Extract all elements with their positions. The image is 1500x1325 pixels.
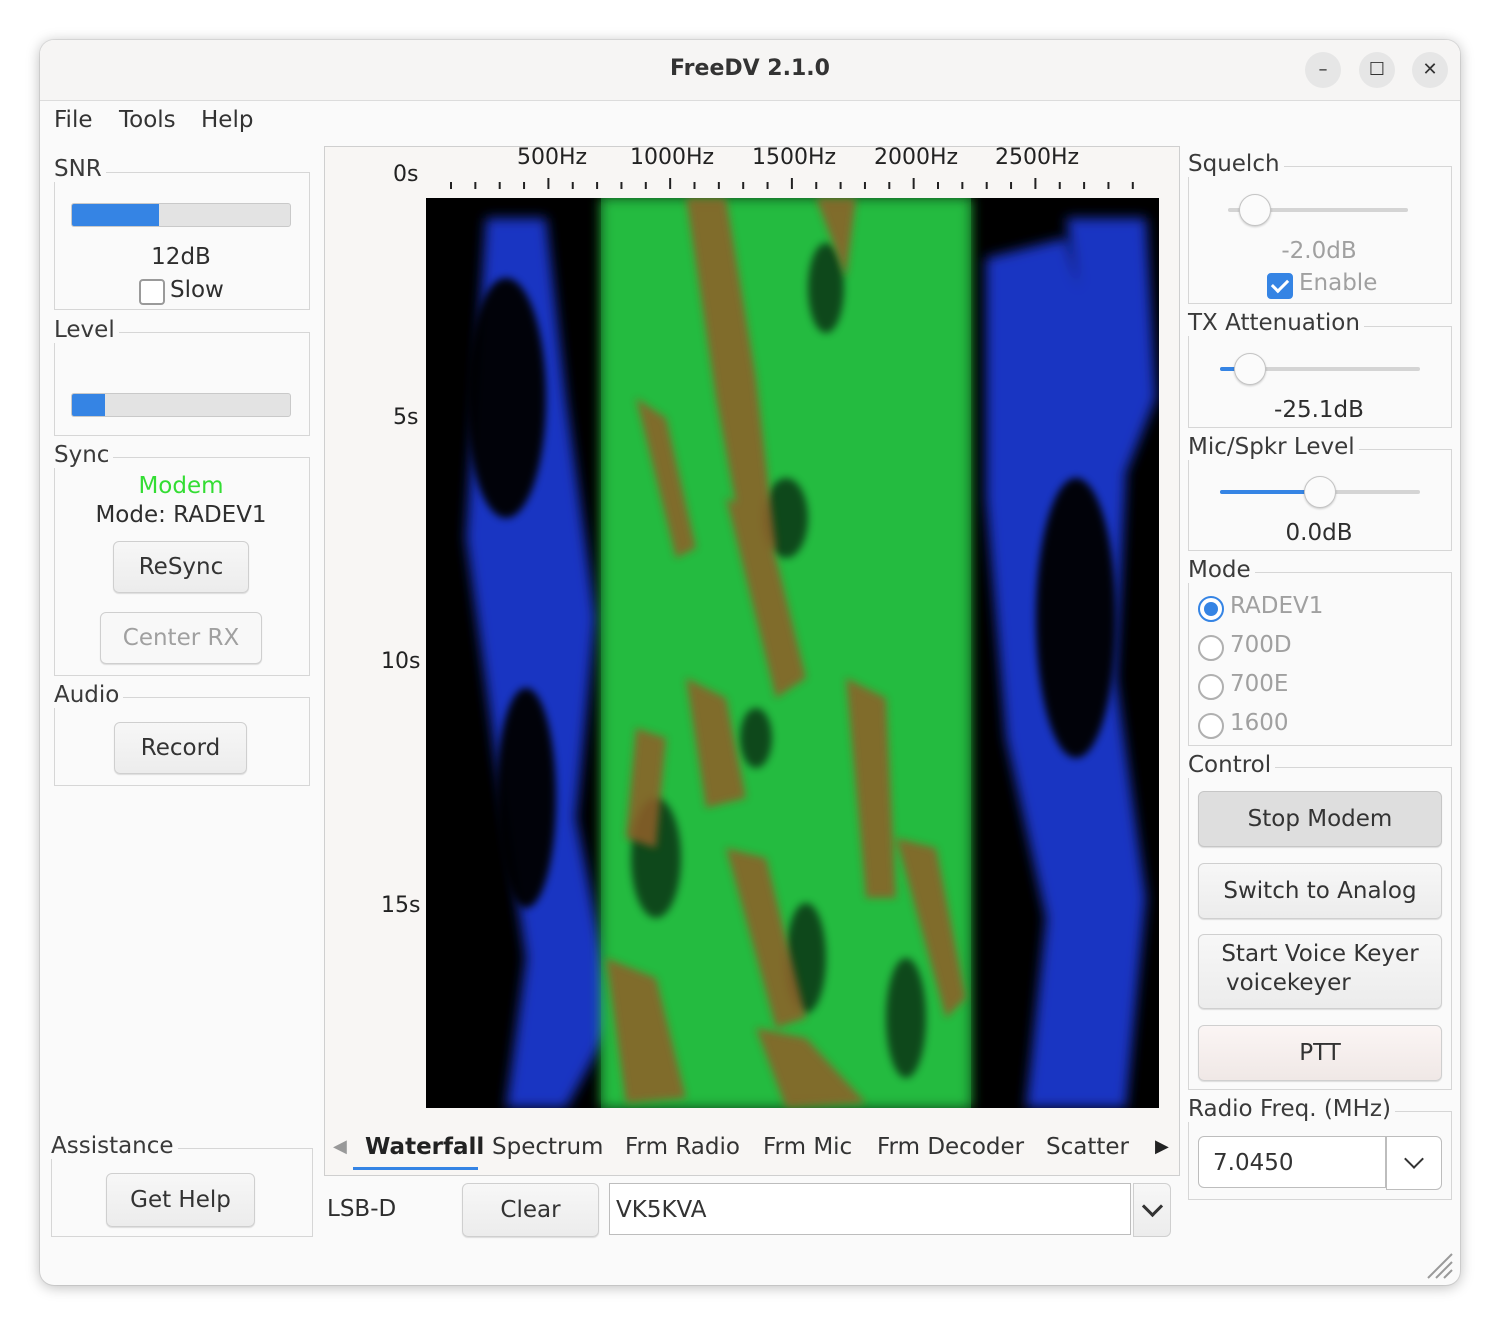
mode-radio-700e[interactable] [1198, 674, 1224, 700]
slow-checkbox[interactable] [139, 279, 165, 305]
close-button[interactable]: ✕ [1412, 52, 1448, 88]
tx-attenuation-slider-knob[interactable] [1234, 353, 1266, 385]
maximize-icon: ☐ [1368, 59, 1386, 80]
mode-radio-radev1[interactable] [1198, 596, 1224, 622]
mic-level-label: Mic/Spkr Level [1188, 434, 1359, 460]
active-tab-indicator [353, 1167, 478, 1170]
assistance-label: Assistance [51, 1133, 178, 1159]
control-label: Control [1188, 752, 1276, 778]
level-meter [71, 393, 291, 417]
clear-button[interactable]: Clear [462, 1183, 599, 1237]
mode-option-label: 1600 [1230, 710, 1289, 736]
ptt-button[interactable]: PTT [1198, 1025, 1442, 1081]
mode-indicator: LSB-D [327, 1196, 397, 1222]
mode-radio-700d[interactable] [1198, 635, 1224, 661]
snr-value: 12dB [151, 244, 211, 270]
voice-keyer-button[interactable]: Start Voice Keyer voicekeyer [1198, 934, 1442, 1009]
waterfall-image [426, 198, 1159, 1108]
minimize-icon: – [1318, 59, 1328, 80]
plot-panel: 500Hz 1000Hz 1500Hz 2000Hz 2500Hz 0s 5s … [324, 145, 1180, 1176]
mode-option-label: 700D [1230, 632, 1292, 658]
level-meter-fill [72, 394, 105, 416]
snr-meter-fill [72, 204, 160, 226]
menu-tools[interactable]: Tools [119, 107, 176, 133]
callsign-input[interactable]: VK5KVA [609, 1183, 1131, 1235]
snr-meter [71, 203, 291, 227]
tab-spectrum[interactable]: Spectrum [492, 1134, 603, 1160]
mode-radio-1600[interactable] [1198, 713, 1224, 739]
radio-freq-dropdown-button[interactable] [1386, 1136, 1442, 1190]
get-help-button[interactable]: Get Help [106, 1173, 255, 1227]
time-tick-label: 15s [381, 893, 421, 918]
time-tick-label: 10s [381, 649, 421, 674]
radio-freq-label: Radio Freq. (MHz) [1188, 1096, 1395, 1122]
mode-label: Mode [1188, 557, 1255, 583]
mode-option-label: 700E [1230, 671, 1289, 697]
mic-level-slider-knob[interactable] [1304, 476, 1336, 508]
waterfall-display[interactable] [426, 198, 1159, 1108]
mode-option-label: RADEV1 [1230, 593, 1324, 619]
tx-attenuation-label: TX Attenuation [1188, 310, 1364, 336]
mic-level-value: 0.0dB [1285, 520, 1353, 546]
minimize-button[interactable]: – [1305, 52, 1341, 88]
freq-axis-ticks [450, 178, 1134, 189]
chevron-down-icon [1404, 1149, 1424, 1169]
menu-bar: File Tools Help [40, 101, 1460, 143]
chevron-down-icon [1141, 1195, 1164, 1218]
tab-scroll-right-icon[interactable]: ▶ [1155, 1136, 1169, 1157]
menu-file[interactable]: File [54, 107, 93, 133]
resize-grip-icon[interactable] [1424, 1250, 1454, 1280]
level-group [54, 332, 310, 436]
sync-status: Modem [138, 473, 224, 499]
squelch-label: Squelch [1188, 151, 1284, 177]
time-tick-label: 0s [393, 162, 419, 187]
squelch-enable-label: Enable [1299, 270, 1378, 296]
level-label: Level [54, 317, 119, 343]
switch-to-analog-button[interactable]: Switch to Analog [1198, 863, 1442, 919]
close-icon: ✕ [1422, 59, 1438, 80]
tx-attenuation-value: -25.1dB [1274, 397, 1364, 423]
app-window: FreeDV 2.1.0 – ☐ ✕ File Tools Help SNR 1… [40, 40, 1460, 1285]
time-tick-label: 5s [393, 405, 419, 430]
window-title: FreeDV 2.1.0 [670, 56, 830, 81]
snr-label: SNR [54, 156, 106, 182]
stop-modem-button[interactable]: Stop Modem [1198, 791, 1442, 847]
callsign-dropdown-button[interactable] [1133, 1183, 1171, 1237]
record-button[interactable]: Record [114, 722, 247, 774]
squelch-enable-checkbox[interactable] [1267, 273, 1293, 299]
slow-label: Slow [170, 277, 224, 303]
tab-frm-radio[interactable]: Frm Radio [625, 1134, 740, 1160]
squelch-value: -2.0dB [1281, 238, 1357, 264]
title-bar: FreeDV 2.1.0 – ☐ ✕ [40, 40, 1460, 101]
center-rx-button[interactable]: Center RX [100, 612, 262, 664]
voice-keyer-label: Start Voice Keyer [1221, 941, 1419, 967]
sync-mode-text: Mode: RADEV1 [95, 502, 267, 528]
tab-frm-mic[interactable]: Frm Mic [763, 1134, 852, 1160]
audio-label: Audio [54, 682, 124, 708]
tab-waterfall[interactable]: Waterfall [365, 1134, 484, 1160]
radio-freq-input[interactable]: 7.0450 [1198, 1136, 1386, 1188]
menu-help[interactable]: Help [201, 107, 253, 133]
sync-label: Sync [54, 442, 114, 468]
squelch-slider-knob[interactable] [1239, 194, 1271, 226]
voice-keyer-file: voicekeyer [1226, 970, 1351, 996]
tab-scroll-left-icon[interactable]: ◀ [333, 1136, 347, 1157]
tab-scatter[interactable]: Scatter [1046, 1134, 1129, 1160]
resync-button[interactable]: ReSync [113, 541, 249, 593]
maximize-button[interactable]: ☐ [1359, 52, 1395, 88]
tab-frm-decoder[interactable]: Frm Decoder [877, 1134, 1024, 1160]
plot-tabs: ◀ Waterfall Spectrum Frm Radio Frm Mic F… [325, 1122, 1179, 1172]
